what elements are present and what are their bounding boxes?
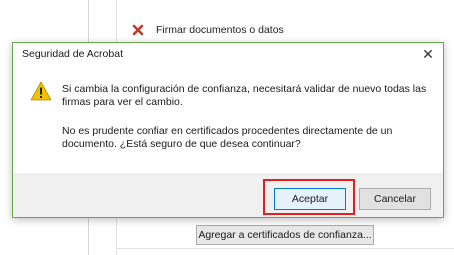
dialog-title: Seguridad de Acrobat: [22, 48, 123, 60]
sign-documents-label: Firmar documentos o datos: [156, 24, 284, 36]
dialog-titlebar: Seguridad de Acrobat ✕: [13, 43, 443, 65]
sign-documents-item[interactable]: Firmar documentos o datos: [132, 20, 284, 40]
dialog-content-area: [13, 65, 443, 173]
cancel-button[interactable]: Cancelar: [359, 188, 431, 210]
add-trusted-certificates-button[interactable]: Agregar a certificados de confianza...: [196, 225, 374, 245]
dialog-message-revalidate: Si cambia la configuración de confianza,…: [62, 83, 427, 108]
accept-button[interactable]: Aceptar: [274, 188, 346, 210]
warning-icon: [30, 81, 52, 101]
red-x-icon: [132, 24, 144, 36]
close-icon: ✕: [422, 45, 434, 62]
close-button[interactable]: ✕: [413, 43, 443, 65]
acrobat-security-dialog: Seguridad de Acrobat ✕ Si cambia la conf…: [12, 42, 444, 218]
dialog-message-warning: No es prudente confiar en certificados p…: [62, 125, 393, 150]
panel-bottom-line: [116, 248, 454, 249]
